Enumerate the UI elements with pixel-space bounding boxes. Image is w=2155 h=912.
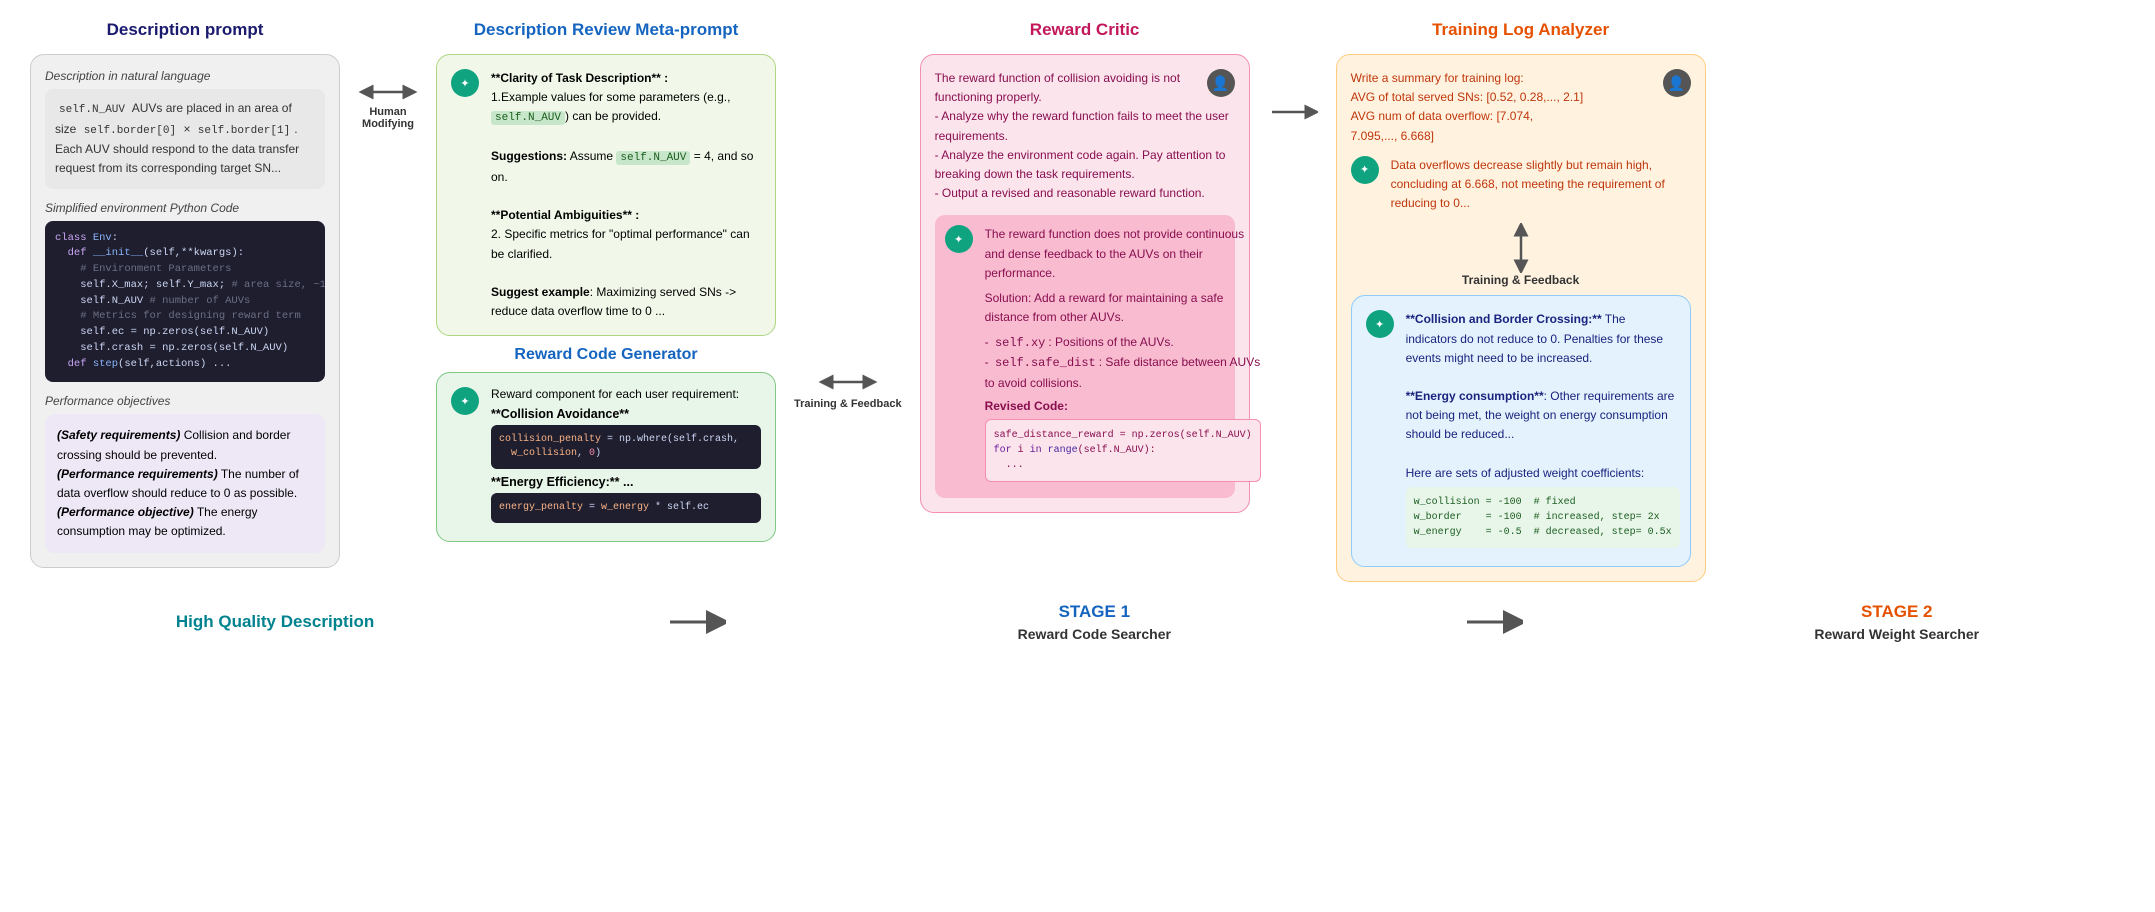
energy-code: energy_penalty = w_energy * self.ec <box>491 493 761 523</box>
log-gpt-text1: Data overflows decrease slightly but rem… <box>1391 156 1691 214</box>
stage1-title: STAGE 1 <box>1059 602 1130 622</box>
training-log-card: 👤 Write a summary for training log: AVG … <box>1336 54 1706 582</box>
code-xy: self.xy <box>992 335 1048 351</box>
log-msg1: 👤 Write a summary for training log: AVG … <box>1351 69 1691 146</box>
clarity-title: **Clarity of Task Description** : <box>491 71 668 85</box>
training-feedback-label: Training & Feedback <box>794 398 902 410</box>
collision-border-bold: **Collision and Border Crossing:** <box>1406 312 1602 326</box>
reward-critic-column: Reward Critic 👤 The reward function of c… <box>920 20 1250 513</box>
ambiguities-title: **Potential Ambiguities** : <box>491 208 639 222</box>
training-log-column: Training Log Analyzer 👤 Write a summary … <box>1336 20 1706 582</box>
suggestions-label: Suggestions: <box>491 149 567 163</box>
log-gpt-msg2-card: ✦ **Collision and Border Crossing:** The… <box>1351 295 1691 567</box>
training-feedback-v-label: Training & Feedback <box>1462 273 1579 287</box>
energy-bold: **Energy consumption** <box>1406 389 1544 403</box>
reward-code-card: ✦ Reward component for each user require… <box>436 372 776 542</box>
gpt-icon-log1: ✦ <box>1351 156 1379 184</box>
training-feedback-arrow: Training & Feedback <box>794 20 902 410</box>
critic-msg1-text: The reward function of collision avoidin… <box>935 69 1235 203</box>
bottom-row: High Quality Description STAGE 1 Reward … <box>0 602 2155 658</box>
desc-prompt-title: Description prompt <box>107 20 264 40</box>
meta-prompt-column: Description Review Meta-prompt ✦ **Clari… <box>436 20 776 542</box>
suggest-example-label: Suggest example <box>491 285 590 299</box>
description-prompt-column: Description prompt Description in natura… <box>30 20 340 568</box>
bottom-stage1: STAGE 1 Reward Code Searcher <box>1018 602 1171 642</box>
arrow-to-stage1 <box>666 608 726 636</box>
double-arrow-svg <box>358 80 418 104</box>
log-gpt-msg2: ✦ **Collision and Border Crossing:** The… <box>1366 310 1676 552</box>
natural-language-text: self.N_AUV AUVs are placed in an area of… <box>45 89 325 189</box>
critic-dense-text: The reward function does not provide con… <box>985 225 1261 283</box>
reward-code-section: Reward Code Generator ✦ Reward component… <box>436 346 776 542</box>
reward-code-title: Reward Code Generator <box>436 346 776 364</box>
reward-intro-text: Reward component for each user requireme… <box>491 387 761 401</box>
training-log-title: Training Log Analyzer <box>1432 20 1609 40</box>
reward-code-content: Reward component for each user requireme… <box>491 387 761 527</box>
user-icon-2: 👤 <box>1663 69 1691 97</box>
bottom-stage2: STAGE 2 Reward Weight Searcher <box>1814 602 1979 642</box>
meta-prompt-content: **Clarity of Task Description** : 1.Exam… <box>491 69 761 321</box>
meta-prompt-title: Description Review Meta-prompt <box>474 20 739 40</box>
critic-msg2: ✦ The reward function does not provide c… <box>935 215 1235 498</box>
right-arrow-bottom2 <box>1463 608 1523 636</box>
description-card: Description in natural language self.N_A… <box>30 54 340 568</box>
code-assume: self.N_AUV <box>616 151 690 165</box>
arrow-to-stage2 <box>1463 608 1523 636</box>
user-icon-1: 👤 <box>1207 69 1235 97</box>
perf-safety: (Safety requirements) <box>57 428 180 442</box>
natural-language-label: Description in natural language <box>45 69 325 83</box>
right-arrow-bottom1 <box>666 608 726 636</box>
gpt-icon-reward: ✦ <box>451 387 479 415</box>
stage2-sub: Reward Weight Searcher <box>1814 626 1979 642</box>
code-n-auv-2: self.N_AUV <box>491 111 565 125</box>
bottom-hq: High Quality Description <box>176 612 374 632</box>
reward-critic-card: 👤 The reward function of collision avoid… <box>920 54 1250 513</box>
reward-code-header: ✦ Reward component for each user require… <box>451 387 761 527</box>
meta-prompt-card: ✦ **Clarity of Task Description** : 1.Ex… <box>436 54 776 336</box>
perf-energy: (Performance objective) <box>57 505 194 519</box>
code-border0: self.border[0] <box>80 124 180 138</box>
human-modifying-label: HumanModifying <box>362 106 414 130</box>
critic-msg1: 👤 The reward function of collision avoid… <box>935 69 1235 203</box>
performance-card: (Safety requirements) Collision and bord… <box>45 414 325 553</box>
collision-avoidance-label: **Collision Avoidance** <box>491 407 761 421</box>
log-weight-code: w_collision = -100 # fixed w_border = -1… <box>1406 487 1680 548</box>
code-n-auv: self.N_AUV <box>55 103 129 117</box>
double-arrow-svg-2 <box>818 370 878 394</box>
revised-code-block: safe_distance_reward = np.zeros(self.N_A… <box>985 419 1261 482</box>
critic-solution-text: Solution: Add a reward for maintaining a… <box>985 289 1261 327</box>
gpt-icon-critic: ✦ <box>945 225 973 253</box>
log-msg1-text: Write a summary for training log: AVG of… <box>1351 69 1691 146</box>
v-arrow-svg <box>1509 223 1533 273</box>
revised-code-label: Revised Code: <box>985 399 1261 413</box>
log-collision-text: **Collision and Border Crossing:** The i… <box>1406 310 1680 483</box>
critic-msg2-header: ✦ The reward function does not provide c… <box>945 225 1225 488</box>
meta-prompt-header: ✦ **Clarity of Task Description** : 1.Ex… <box>451 69 761 321</box>
gpt-icon-log2: ✦ <box>1366 310 1394 338</box>
energy-efficiency-label: **Energy Efficiency:** ... <box>491 475 761 489</box>
right-arrow-1 <box>1268 20 1318 124</box>
critic-vars-text: - self.xy: Positions of the AUVs. - self… <box>985 333 1261 393</box>
python-code-block: class Env: def __init__(self,**kwargs): … <box>45 221 325 383</box>
log-gpt-content2: **Collision and Border Crossing:** The i… <box>1406 310 1680 552</box>
code-safe-dist: self.safe_dist <box>992 355 1099 371</box>
hq-label: High Quality Description <box>176 612 374 632</box>
reward-critic-title: Reward Critic <box>1030 20 1140 40</box>
log-gpt-msg1: ✦ Data overflows decrease slightly but r… <box>1351 156 1691 214</box>
right-arrow-svg <box>1268 100 1318 124</box>
perf-data: (Performance requirements) <box>57 467 218 481</box>
stage2-title: STAGE 2 <box>1861 602 1932 622</box>
collision-code: collision_penalty = np.where(self.crash,… <box>491 425 761 469</box>
critic-msg2-content: The reward function does not provide con… <box>985 225 1261 488</box>
vertical-arrow: Training & Feedback <box>1351 223 1691 287</box>
performance-objectives-label: Performance objectives <box>45 394 325 408</box>
stage1-sub: Reward Code Searcher <box>1018 626 1171 642</box>
python-code-label: Simplified environment Python Code <box>45 201 325 215</box>
code-border1: self.border[1] <box>194 124 294 138</box>
human-modifying-arrow: HumanModifying <box>358 20 418 130</box>
gpt-icon-meta: ✦ <box>451 69 479 97</box>
